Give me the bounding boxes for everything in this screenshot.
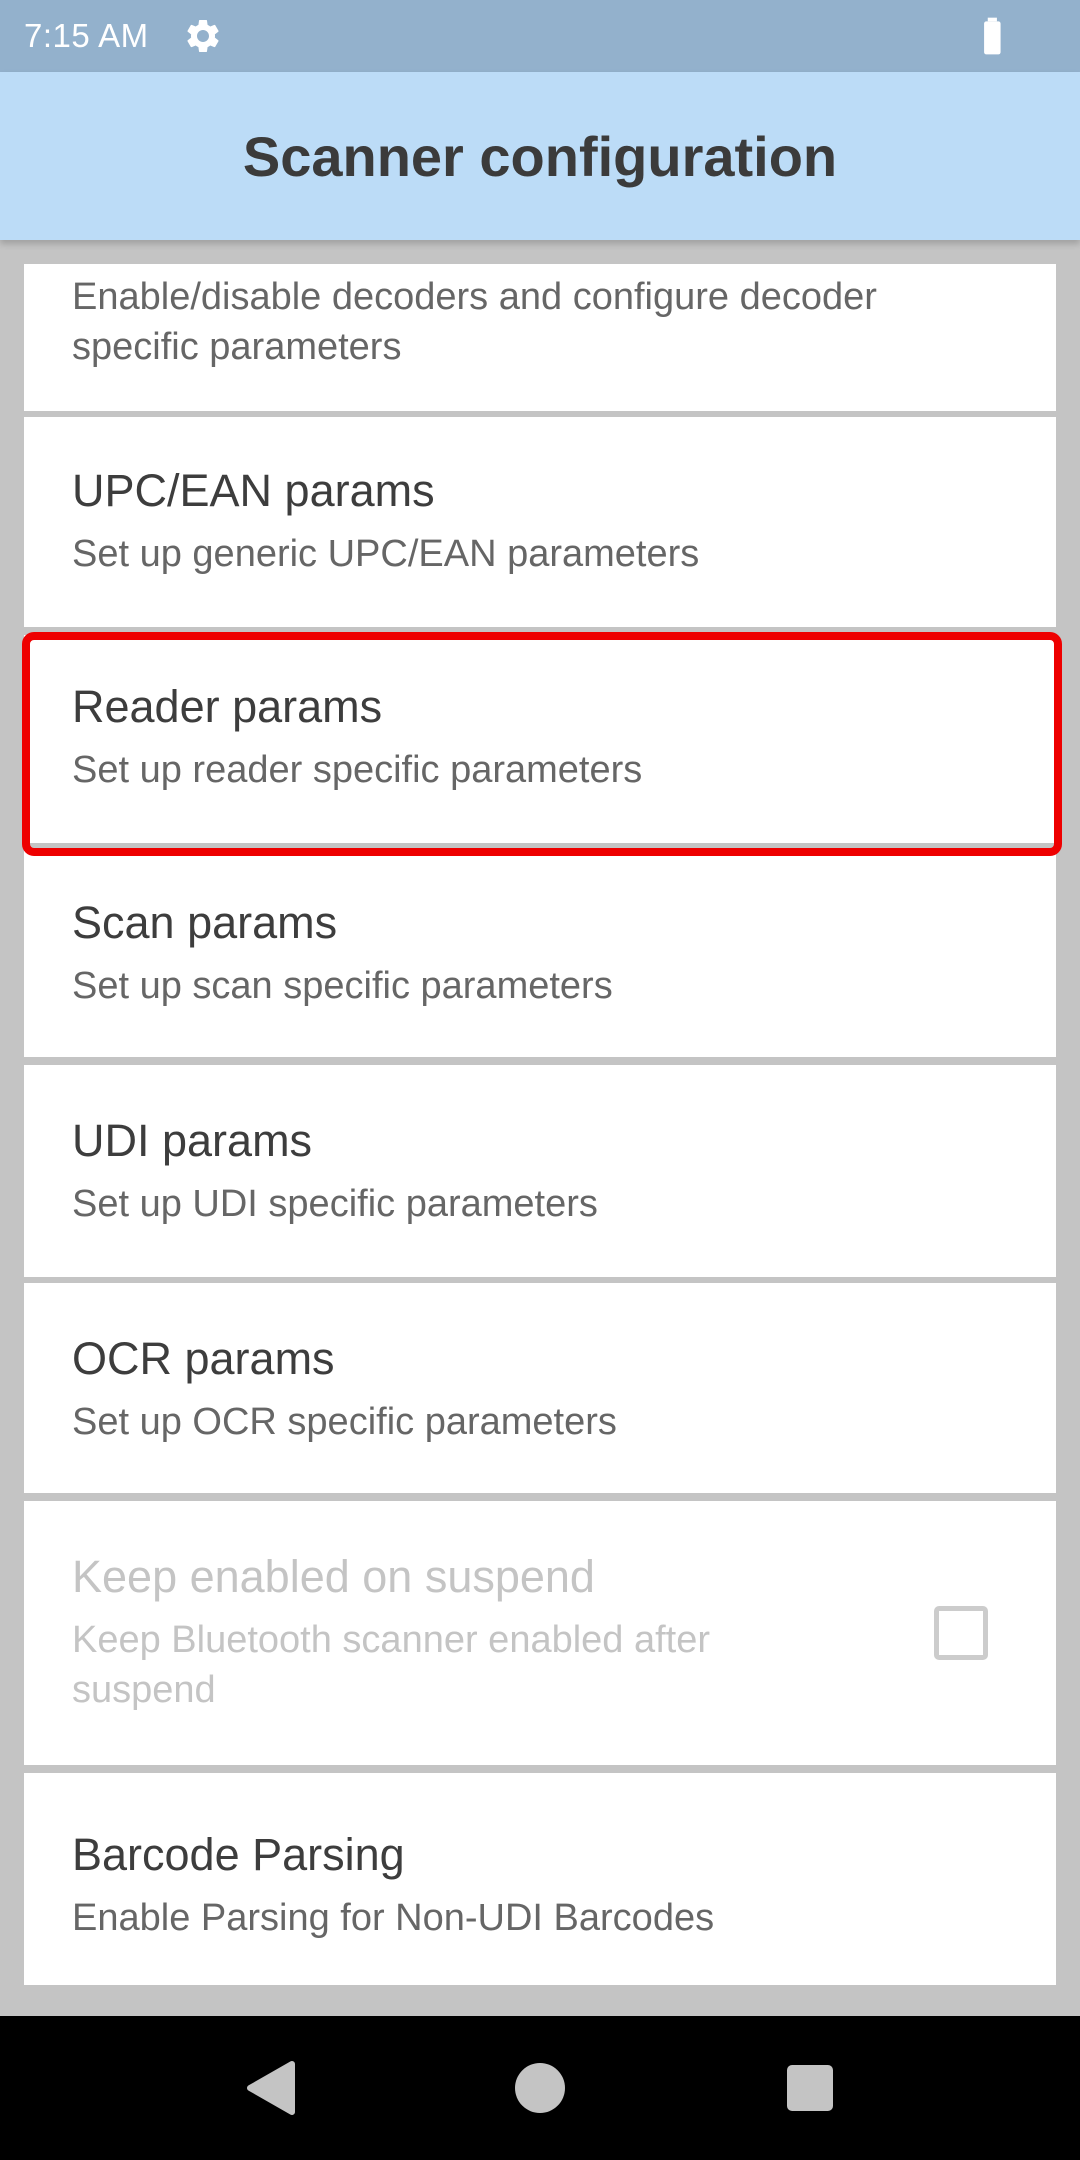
list-item-ocr-params[interactable]: OCR params Set up OCR specific parameter… [24, 1283, 1056, 1493]
gear-icon [181, 14, 225, 58]
home-circle-icon[interactable] [480, 2016, 600, 2160]
app-bar: Scanner configuration [0, 72, 1080, 240]
status-bar: 7:15 AM [0, 0, 1080, 72]
list-item-upc-ean-params[interactable]: UPC/EAN params Set up generic UPC/EAN pa… [24, 417, 1056, 627]
item-title: Reader params [72, 681, 383, 732]
list-item-udi-params[interactable]: UDI params Set up UDI specific parameter… [24, 1065, 1056, 1277]
battery-full-icon [974, 14, 1018, 58]
item-title: UDI params [72, 1115, 313, 1166]
item-summary-line2: suspend [72, 1669, 216, 1711]
item-summary: Set up OCR specific parameters [72, 1401, 617, 1443]
list-item-keep-enabled-on-suspend[interactable]: Keep enabled on suspend Keep Bluetooth s… [24, 1501, 1056, 1765]
item-title: OCR params [72, 1333, 335, 1384]
status-time: 7:15 AM [24, 17, 149, 54]
item-title: Scan params [72, 897, 338, 948]
recents-square-icon[interactable] [750, 2016, 870, 2160]
item-summary: Set up scan specific parameters [72, 965, 613, 1007]
back-triangle-icon[interactable] [210, 2016, 330, 2160]
navigation-bar [0, 2016, 1080, 2160]
item-summary-line1: Enable/disable decoders and configure de… [72, 276, 877, 318]
item-title: Barcode Parsing [72, 1829, 405, 1880]
list-item-barcode-parsing[interactable]: Barcode Parsing Enable Parsing for Non-U… [24, 1773, 1056, 1985]
item-summary: Set up reader specific parameters [72, 749, 643, 791]
item-title: Keep enabled on suspend [72, 1551, 595, 1602]
screen: 7:15 AM Scanner configuration Enable/dis… [0, 0, 1080, 2160]
item-summary-line1: Keep Bluetooth scanner enabled after [72, 1619, 711, 1661]
keep-enabled-checkbox[interactable] [934, 1606, 988, 1660]
item-summary: Enable Parsing for Non-UDI Barcodes [72, 1897, 715, 1939]
item-title: UPC/EAN params [72, 465, 435, 516]
item-summary: Set up UDI specific parameters [72, 1183, 598, 1225]
list-item-decoders[interactable]: Enable/disable decoders and configure de… [24, 264, 1056, 411]
item-summary-line2: specific parameters [72, 326, 402, 368]
page-title: Scanner configuration [242, 124, 838, 188]
list-item-scan-params[interactable]: Scan params Set up scan specific paramet… [24, 851, 1056, 1057]
list-item-reader-params[interactable]: Reader params Set up reader specific par… [24, 635, 1056, 843]
item-summary: Set up generic UPC/EAN parameters [72, 533, 700, 575]
